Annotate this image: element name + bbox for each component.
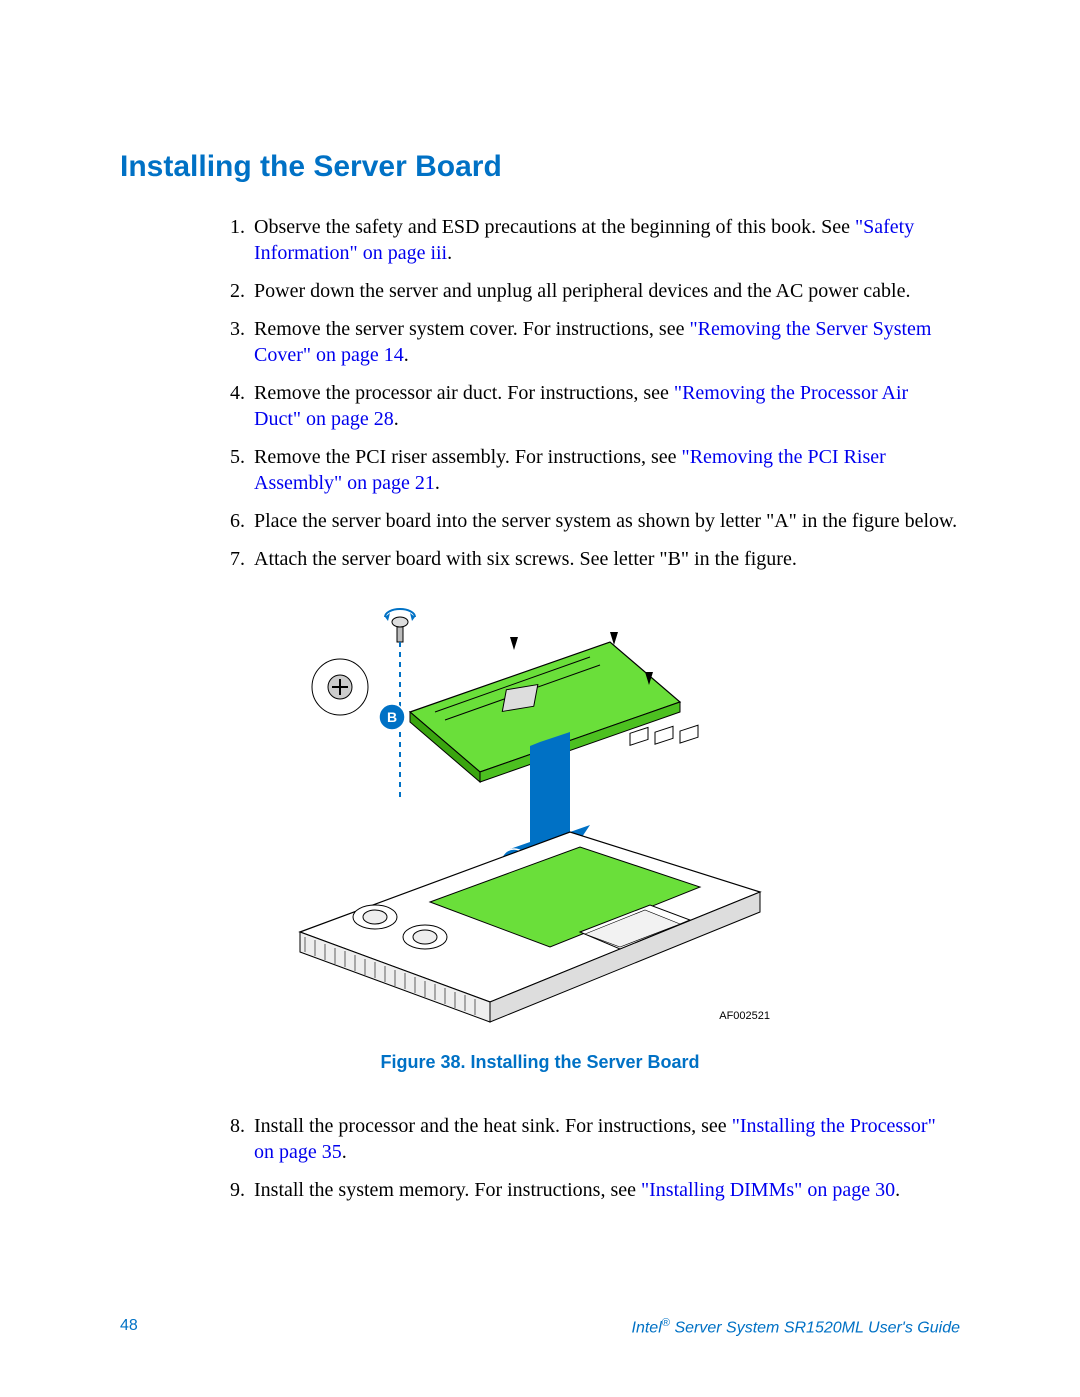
figure-caption: Figure 38. Installing the Server Board (120, 1052, 960, 1073)
figure-block: B A (120, 602, 960, 1073)
step-4: Remove the processor air duct. For instr… (250, 380, 960, 432)
instruction-list: Observe the safety and ESD precautions a… (220, 214, 960, 572)
page-number: 48 (120, 1317, 138, 1337)
server-board-diagram-icon: B A (280, 602, 800, 1032)
step-1: Observe the safety and ESD precautions a… (250, 214, 960, 266)
page-footer: 48 Intel® Server System SR1520ML User's … (120, 1317, 960, 1337)
link-install-dimms[interactable]: "Installing DIMMs" on page 30 (641, 1179, 895, 1201)
page-content: Installing the Server Board Observe the … (0, 0, 1080, 1397)
step-1-text-a: Observe the safety and ESD precautions a… (254, 216, 855, 238)
step-8: Install the processor and the heat sink.… (250, 1113, 960, 1165)
figure-af-code: AF002521 (719, 1010, 770, 1022)
step-7: Attach the server board with six screws.… (250, 546, 960, 572)
step-3-text-b: . (404, 344, 409, 366)
guide-title: Intel® Server System SR1520ML User's Gui… (632, 1317, 960, 1337)
step-5-text-b: . (435, 472, 440, 494)
step-2: Power down the server and unplug all per… (250, 278, 960, 304)
figure-illustration: B A (280, 602, 800, 1032)
step-8-text-b: . (342, 1141, 347, 1163)
section-heading: Installing the Server Board (120, 150, 960, 184)
step-9: Install the system memory. For instructi… (250, 1177, 960, 1203)
instruction-list-continued: Install the processor and the heat sink.… (220, 1113, 960, 1203)
step-9-text-a: Install the system memory. For instructi… (254, 1179, 641, 1201)
step-4-text-b: . (394, 408, 399, 430)
guide-prefix: Intel (632, 1319, 662, 1336)
step-9-text-b: . (895, 1179, 900, 1201)
step-1-text-b: . (447, 242, 452, 264)
step-5: Remove the PCI riser assembly. For instr… (250, 444, 960, 496)
step-4-text-a: Remove the processor air duct. For instr… (254, 382, 674, 404)
step-8-text-a: Install the processor and the heat sink.… (254, 1115, 732, 1137)
step-3: Remove the server system cover. For inst… (250, 316, 960, 368)
step-5-text-a: Remove the PCI riser assembly. For instr… (254, 446, 682, 468)
step-3-text-a: Remove the server system cover. For inst… (254, 318, 689, 340)
callout-b-label: B (387, 709, 397, 725)
registered-icon: ® (662, 1317, 670, 1329)
guide-rest: Server System SR1520ML User's Guide (670, 1319, 960, 1336)
step-6: Place the server board into the server s… (250, 508, 960, 534)
